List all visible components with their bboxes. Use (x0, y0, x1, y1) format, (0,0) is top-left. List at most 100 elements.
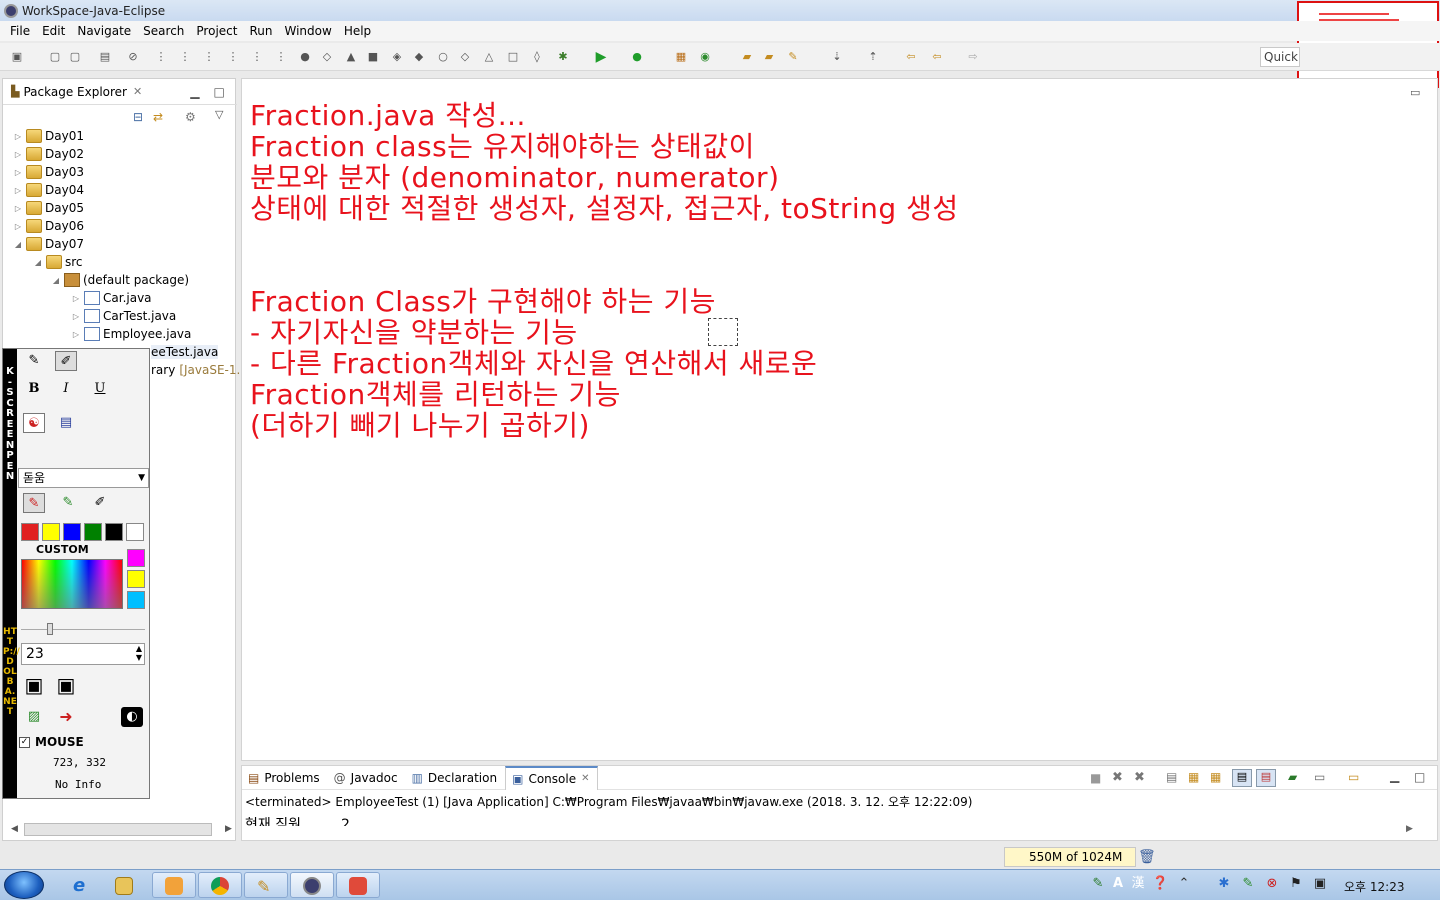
close-icon[interactable]: ✕ (581, 773, 589, 784)
expand-icon[interactable]: ▷ (71, 312, 81, 321)
color-swatch-blue[interactable] (63, 523, 81, 541)
help-icon[interactable]: ❓ (1152, 876, 1168, 892)
menu-file[interactable]: File (4, 24, 36, 38)
color-spectrum-picker[interactable] (21, 559, 123, 609)
horizontal-scrollbar[interactable] (24, 823, 212, 836)
marker-tool-icon[interactable]: ✎ (57, 493, 79, 513)
taskbar-app[interactable] (336, 872, 380, 898)
color-swatch-green[interactable] (84, 523, 102, 541)
ime-mode-hanja[interactable]: 漢 (1130, 876, 1146, 892)
show-on-error-icon[interactable]: ▤ (1256, 769, 1276, 787)
expand-icon[interactable]: ▷ (13, 186, 23, 195)
korean-flag-icon[interactable]: ☯ (23, 413, 45, 433)
toggle-icon[interactable]: ⋮ (178, 50, 192, 64)
tree-item-day03[interactable]: ▷ Day03 (3, 163, 237, 181)
toggle-icon[interactable]: ⋮ (274, 50, 288, 64)
maximize-icon[interactable]: □ (213, 85, 224, 99)
forward-icon[interactable]: ⇨ (966, 50, 980, 64)
taskbar-explorer[interactable] (102, 872, 146, 898)
debug-step-icon[interactable]: ◇ (320, 50, 334, 64)
pen-tray-icon[interactable]: ✎ (1240, 876, 1256, 892)
minimize-icon[interactable]: ▁ (1390, 769, 1399, 783)
color-swatch-yellow[interactable] (42, 523, 60, 541)
tree-item-day04[interactable]: ▷ Day04 (3, 181, 237, 199)
display-console-icon[interactable]: ▭ (1314, 770, 1325, 784)
search-icon[interactable]: ✎ (786, 50, 800, 64)
tab-javadoc[interactable]: @ Javadoc (328, 766, 406, 790)
collapse-icon[interactable]: ◢ (13, 240, 23, 249)
show-hidden-icon[interactable]: ⌃ (1176, 876, 1192, 892)
menu-search[interactable]: Search (137, 24, 190, 38)
tray-icon[interactable]: ✎ (1090, 876, 1106, 892)
collapse-icon[interactable]: ◢ (33, 258, 43, 267)
italic-button[interactable]: I (55, 379, 77, 399)
debug-step-icon[interactable]: ◇ (458, 50, 472, 64)
minimize-icon[interactable]: ▁ (190, 85, 199, 99)
bold-button[interactable]: B (23, 379, 45, 399)
save-all-icon[interactable]: ▢ (68, 50, 82, 64)
menu-navigate[interactable]: Navigate (71, 24, 137, 38)
skip-breakpoints-icon[interactable]: ⊘ (126, 50, 140, 64)
expand-icon[interactable]: ▷ (71, 330, 81, 339)
debug-step-icon[interactable]: ■ (366, 50, 380, 64)
clear-console-icon[interactable]: ▤ (1166, 770, 1177, 784)
heap-status[interactable]: 550M of 1024M (1004, 847, 1136, 867)
toggle-icon[interactable]: ⋮ (154, 50, 168, 64)
pen-icon[interactable]: ✎ (23, 351, 45, 371)
custom-swatch-magenta[interactable] (127, 549, 145, 567)
tree-item-cartest-java[interactable]: ▷ CarTest.java (3, 307, 237, 325)
pen-tool-icon[interactable]: ✎ (23, 493, 45, 513)
debug-icon[interactable]: ✱ (556, 50, 570, 64)
save-icon[interactable]: ▣ (23, 675, 45, 695)
tree-item-day02[interactable]: ▷ Day02 (3, 145, 237, 163)
pen-size-input[interactable]: 23 ▲ ▼ (21, 643, 145, 665)
collapse-all-icon[interactable]: ⊟ (133, 110, 143, 124)
network-icon[interactable]: ▣ (1312, 876, 1328, 892)
font-select[interactable]: 돋움 ▼ (18, 468, 149, 488)
taskbar-ie[interactable]: e (60, 872, 104, 898)
menu-window[interactable]: Window (278, 24, 337, 38)
tree-item-car-java[interactable]: ▷ Car.java (3, 289, 237, 307)
system-clock[interactable]: 오후 12:23 (1344, 878, 1404, 895)
tree-item-employee-java[interactable]: ▷ Employee.java (3, 325, 237, 343)
link-with-editor-icon[interactable]: ⇄ (153, 110, 163, 124)
tree-item-day06[interactable]: ▷ Day06 (3, 217, 237, 235)
last-edit-icon[interactable]: ⇦ (904, 50, 918, 64)
underline-button[interactable]: U (89, 379, 111, 399)
save-as-icon[interactable]: ▣ (55, 675, 77, 695)
tree-item-src[interactable]: ◢ src (3, 253, 237, 271)
filter-icon[interactable]: ⚙ (185, 110, 196, 124)
spinner-icon[interactable]: ▲ ▼ (136, 644, 142, 662)
color-swatch-white[interactable] (126, 523, 144, 541)
pen-size-slider[interactable] (21, 623, 145, 643)
show-on-output-icon[interactable]: ▤ (1232, 769, 1252, 787)
us-flag-icon[interactable]: ▤ (55, 413, 77, 433)
mouse-checkbox[interactable]: ✓ (19, 737, 30, 748)
new-java-project-icon[interactable]: ▦ (674, 50, 688, 64)
exit-icon[interactable]: ➜ (55, 707, 77, 727)
start-button[interactable] (4, 871, 44, 899)
scroll-right-icon[interactable]: ▶ (1406, 824, 1413, 834)
toggle-icon[interactable]: ⋮ (202, 50, 216, 64)
menu-project[interactable]: Project (190, 24, 243, 38)
debug-step-icon[interactable]: ● (298, 50, 312, 64)
new-icon[interactable]: ▣ (10, 50, 24, 64)
ime-mode-a[interactable]: A (1110, 876, 1126, 892)
collapse-icon[interactable]: ◢ (51, 276, 61, 285)
maximize-icon[interactable]: ▭ (1410, 86, 1420, 99)
print-icon[interactable]: ▤ (98, 50, 112, 64)
back-icon[interactable]: ⇦ (930, 50, 944, 64)
garbage-collect-icon[interactable]: 🗑 (1138, 849, 1156, 865)
scroll-left-icon[interactable]: ◀ (11, 824, 18, 834)
pin-console-icon[interactable]: ▰ (1288, 770, 1297, 784)
expand-icon[interactable]: ▷ (13, 150, 23, 159)
toggle-icon[interactable]: ⋮ (250, 50, 264, 64)
word-wrap-icon[interactable]: ▦ (1210, 770, 1221, 784)
debug-step-icon[interactable]: ▲ (344, 50, 358, 64)
expand-icon[interactable]: ▷ (71, 294, 81, 303)
debug-step-icon[interactable]: ◈ (390, 50, 404, 64)
tab-declaration[interactable]: ▥ Declaration (406, 766, 506, 790)
menu-run[interactable]: Run (243, 24, 278, 38)
open-type-icon[interactable]: ▰ (740, 50, 754, 64)
taskbar-chrome[interactable] (198, 872, 242, 898)
